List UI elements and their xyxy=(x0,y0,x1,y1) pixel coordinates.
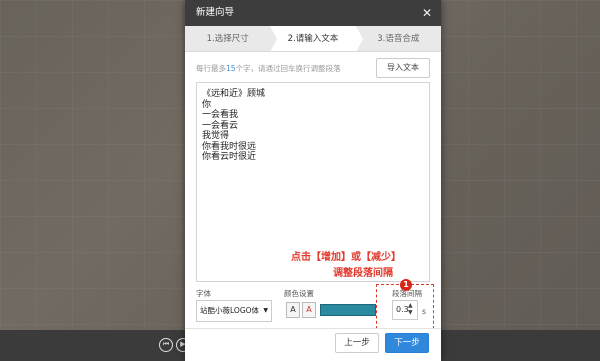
next-step-button[interactable]: 下一步 xyxy=(385,333,429,353)
editor-line: 你 xyxy=(202,99,212,110)
editor-line: 你看我时很远 xyxy=(202,141,257,152)
dialog-title: 新建向导 xyxy=(196,7,235,18)
font-label: 字体 xyxy=(196,289,211,298)
color-swatch[interactable] xyxy=(320,304,376,316)
annotation-line-1: 点击【增加】或【减少】 xyxy=(291,252,401,263)
editor-line: 你看云时很近 xyxy=(202,152,257,162)
line-limit-hint: 每行最多15个字，请通过回车换行调整段落 xyxy=(196,64,341,73)
import-text-button[interactable]: 导入文本 xyxy=(376,58,430,78)
dialog-titlebar: 新建向导 ✕ xyxy=(185,0,441,26)
editor-line: 我觉得 xyxy=(202,131,230,141)
chevron-down-icon: ▼ xyxy=(263,307,268,314)
step-voice-synthesis[interactable]: 3.语音合成 xyxy=(356,26,441,51)
editor-line: 《远和近》顾城 xyxy=(202,89,266,99)
step-badge: 1 xyxy=(400,279,412,291)
previous-frame-icon[interactable]: ⏮ xyxy=(159,338,173,352)
font-select[interactable]: 站酷小薇LOGO体 ▼ xyxy=(196,300,272,322)
step-select-size[interactable]: 1.选择尺寸 xyxy=(185,26,270,51)
editor-line: 一会看我 xyxy=(202,110,239,120)
step-input-text[interactable]: 2.请输入文本 xyxy=(270,26,364,52)
color-label: 颜色设置 xyxy=(284,289,314,298)
text-color-icon[interactable]: A xyxy=(286,302,300,318)
hint-row: 每行最多15个字，请通过回车换行调整段落 导入文本 xyxy=(185,52,441,82)
text-editor[interactable]: 《远和近》顾城 你 一会看我 一会看云 我觉得 你看我时很远 你看云时很近 点击… xyxy=(196,82,430,282)
editor-line: 一会看云 xyxy=(202,120,239,131)
close-icon[interactable]: ✕ xyxy=(422,0,432,26)
footer-divider xyxy=(185,328,441,329)
previous-step-button[interactable]: 上一步 xyxy=(335,333,379,353)
font-select-value: 站酷小薇LOGO体 xyxy=(200,306,260,315)
wizard-steps: 1.选择尺寸 2.请输入文本 3.语音合成 xyxy=(185,26,441,52)
stroke-color-icon[interactable]: A xyxy=(302,302,316,318)
annotation-line-2: 调整段落间隔 xyxy=(333,268,393,279)
